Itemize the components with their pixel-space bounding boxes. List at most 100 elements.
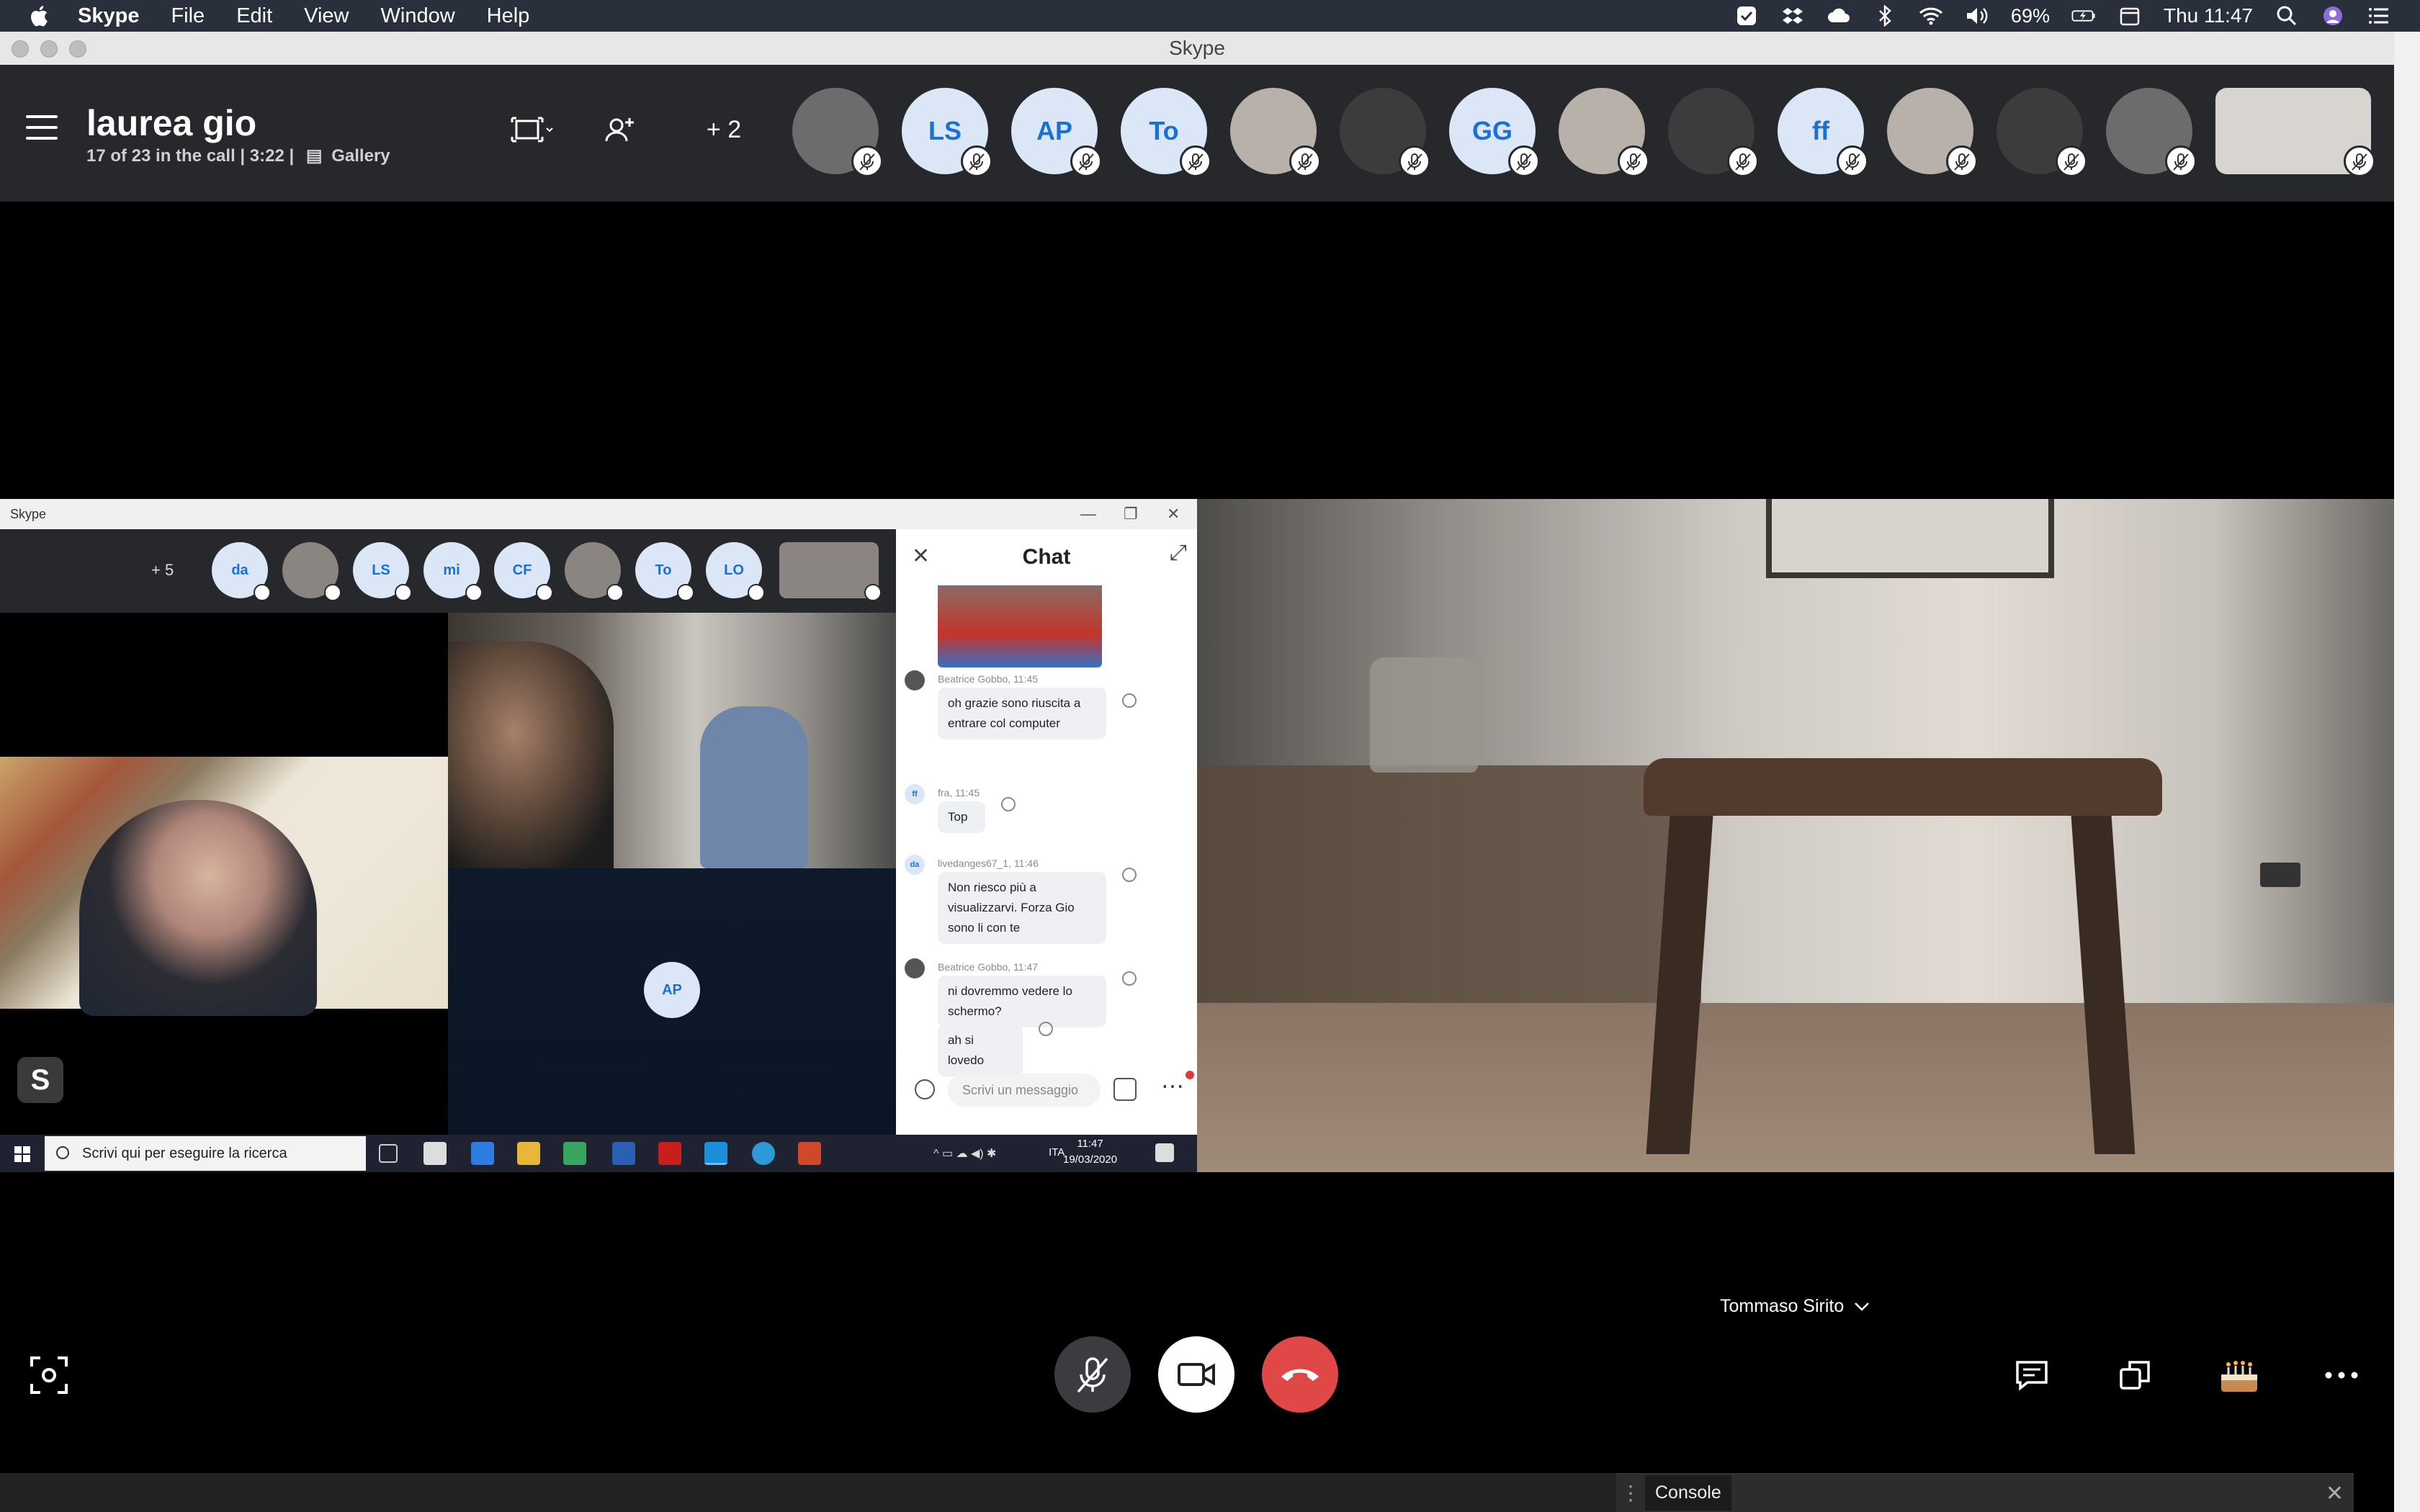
menu-edit[interactable]: Edit <box>236 4 272 28</box>
more-options-icon[interactable]: ⋯ <box>1161 1072 1184 1099</box>
chat-image-attachment[interactable] <box>938 585 1102 667</box>
participant-avatar[interactable]: AP <box>1011 88 1102 177</box>
more-options-button[interactable] <box>2316 1350 2367 1400</box>
bluetooth-icon[interactable] <box>1873 4 1897 28</box>
hang-up-button[interactable] <box>1262 1336 1338 1413</box>
evernote-icon[interactable] <box>563 1142 586 1165</box>
video-tile-avatar[interactable]: AP <box>448 868 896 1172</box>
participant-avatar[interactable] <box>1996 88 2087 177</box>
task-view-icon[interactable] <box>379 1144 398 1163</box>
speaker-name-dropdown[interactable]: Tommaso Sirito <box>1720 1296 1870 1317</box>
message-bubble[interactable]: Non riesco più a visualizzarvi. Forza Gi… <box>938 872 1106 944</box>
message-avatar[interactable] <box>905 958 925 978</box>
screen-layout-button[interactable] <box>504 108 562 151</box>
menu-window[interactable]: Window <box>381 4 455 28</box>
menu-view[interactable]: View <box>304 4 349 28</box>
participant-avatar[interactable]: GG <box>1449 88 1540 177</box>
word-icon[interactable] <box>612 1142 635 1165</box>
add-participant-button[interactable] <box>598 108 641 151</box>
participant-avatar[interactable]: To <box>1121 88 1211 177</box>
dropbox-icon[interactable] <box>1780 4 1805 28</box>
checkmark-status-icon[interactable] <box>1734 4 1759 28</box>
skype-taskbar-icon[interactable] <box>704 1142 727 1165</box>
chat-toggle-button[interactable] <box>2007 1350 2057 1400</box>
participant-avatar[interactable] <box>1559 88 1649 177</box>
participant-avatar[interactable] <box>792 88 883 177</box>
main-speaker-video[interactable] <box>1197 499 2394 1172</box>
add-reaction-icon[interactable] <box>1122 693 1137 708</box>
message-avatar[interactable]: ff <box>905 784 925 804</box>
menu-app-name[interactable]: Skype <box>78 4 139 28</box>
powerpoint-icon[interactable] <box>798 1142 821 1165</box>
message-bubble[interactable]: ni dovremmo vedere lo schermo? <box>938 976 1106 1027</box>
video-button[interactable] <box>1158 1336 1234 1413</box>
window-close-button[interactable] <box>12 40 29 58</box>
inner-participant-avatar[interactable]: CF <box>494 542 553 601</box>
inner-restore-icon[interactable]: ❐ <box>1124 499 1138 529</box>
window-zoom-button[interactable] <box>69 40 86 58</box>
participant-avatar[interactable] <box>2106 88 2197 177</box>
inner-participant-avatar[interactable]: LO <box>706 542 765 601</box>
participant-avatar[interactable] <box>2215 88 2375 177</box>
message-avatar[interactable]: da <box>905 855 925 875</box>
system-tray-icons[interactable]: ^ ▭ ☁ ◀) ✱ <box>933 1146 1034 1161</box>
siri-icon[interactable] <box>2321 4 2345 28</box>
participant-avatar[interactable]: ff <box>1778 88 1868 177</box>
windows-start-icon[interactable] <box>14 1146 30 1162</box>
console-tab[interactable]: Console <box>1645 1475 1731 1511</box>
inner-participant-avatar[interactable] <box>779 542 882 601</box>
more-participants-button[interactable]: + 2 <box>699 108 749 151</box>
message-input[interactable]: Scrivi un messaggio <box>948 1074 1101 1107</box>
message-bubble[interactable]: Top <box>938 801 985 833</box>
notification-center-icon[interactable] <box>2367 4 2391 28</box>
add-reaction-icon[interactable] <box>1039 1022 1053 1036</box>
cloud-icon[interactable] <box>1827 4 1851 28</box>
skype-logo-icon[interactable]: S <box>17 1057 63 1103</box>
inner-participant-avatar[interactable]: To <box>635 542 694 601</box>
participant-avatar[interactable]: LS <box>902 88 992 177</box>
inner-participant-avatar[interactable] <box>565 542 624 601</box>
wifi-icon[interactable] <box>1919 4 1943 28</box>
battery-percent[interactable]: 69% <box>2011 5 2050 27</box>
taskbar-search-input[interactable]: Scrivi qui per eseguire la ricerca <box>45 1136 366 1171</box>
inner-more-participants[interactable]: + 5 <box>151 561 174 580</box>
battery-charging-icon[interactable] <box>2071 4 2096 28</box>
console-close-icon[interactable]: ✕ <box>2326 1481 2344 1506</box>
share-screen-button[interactable] <box>2110 1350 2161 1400</box>
add-reaction-icon[interactable] <box>1001 797 1016 811</box>
inner-participant-avatar[interactable]: LS <box>353 542 412 601</box>
gallery-view-icon[interactable]: ▤ <box>306 146 323 166</box>
window-minimize-button[interactable] <box>40 40 58 58</box>
apple-logo-icon[interactable] <box>27 4 49 28</box>
file-explorer-icon[interactable] <box>517 1142 540 1165</box>
inner-participant-avatar[interactable] <box>282 542 341 601</box>
menu-file[interactable]: File <box>171 4 205 28</box>
console-drag-handle-icon[interactable]: ⋮ <box>1616 1481 1645 1505</box>
volume-icon[interactable] <box>1965 4 1989 28</box>
view-mode-label[interactable]: Gallery <box>331 146 390 166</box>
add-reaction-icon[interactable] <box>1122 971 1137 986</box>
inner-close-icon[interactable]: ✕ <box>1167 499 1180 529</box>
message-bubble[interactable]: oh grazie sono riuscita a entrare col co… <box>938 688 1106 739</box>
calendar-icon[interactable] <box>2118 4 2142 28</box>
taskbar-language[interactable]: ITA <box>1049 1146 1065 1158</box>
message-avatar[interactable] <box>905 670 925 690</box>
taskbar-clock[interactable]: 11:47 19/03/2020 <box>1063 1136 1117 1168</box>
add-reaction-icon[interactable] <box>1122 868 1137 882</box>
netflix-icon[interactable] <box>658 1142 681 1165</box>
participant-avatar[interactable] <box>1340 88 1430 177</box>
chat-expand-icon[interactable]: ⤢ <box>1170 541 1187 565</box>
video-tile-left[interactable]: S <box>0 613 448 1112</box>
inner-minimize-icon[interactable]: — <box>1080 499 1096 529</box>
menubar-clock[interactable]: Thu 11:47 <box>2164 4 2253 27</box>
action-center-icon[interactable] <box>1155 1143 1174 1162</box>
hamburger-menu-icon[interactable] <box>26 115 58 148</box>
reactions-button[interactable] <box>2214 1350 2264 1400</box>
video-tile-kitchen[interactable] <box>448 613 896 868</box>
mute-button[interactable] <box>1054 1336 1131 1413</box>
menu-help[interactable]: Help <box>487 4 530 28</box>
spotlight-search-icon[interactable] <box>2275 4 2299 28</box>
inner-participant-avatar[interactable]: mi <box>424 542 483 601</box>
participant-avatar[interactable] <box>1887 88 1978 177</box>
mail-icon[interactable] <box>471 1142 494 1165</box>
